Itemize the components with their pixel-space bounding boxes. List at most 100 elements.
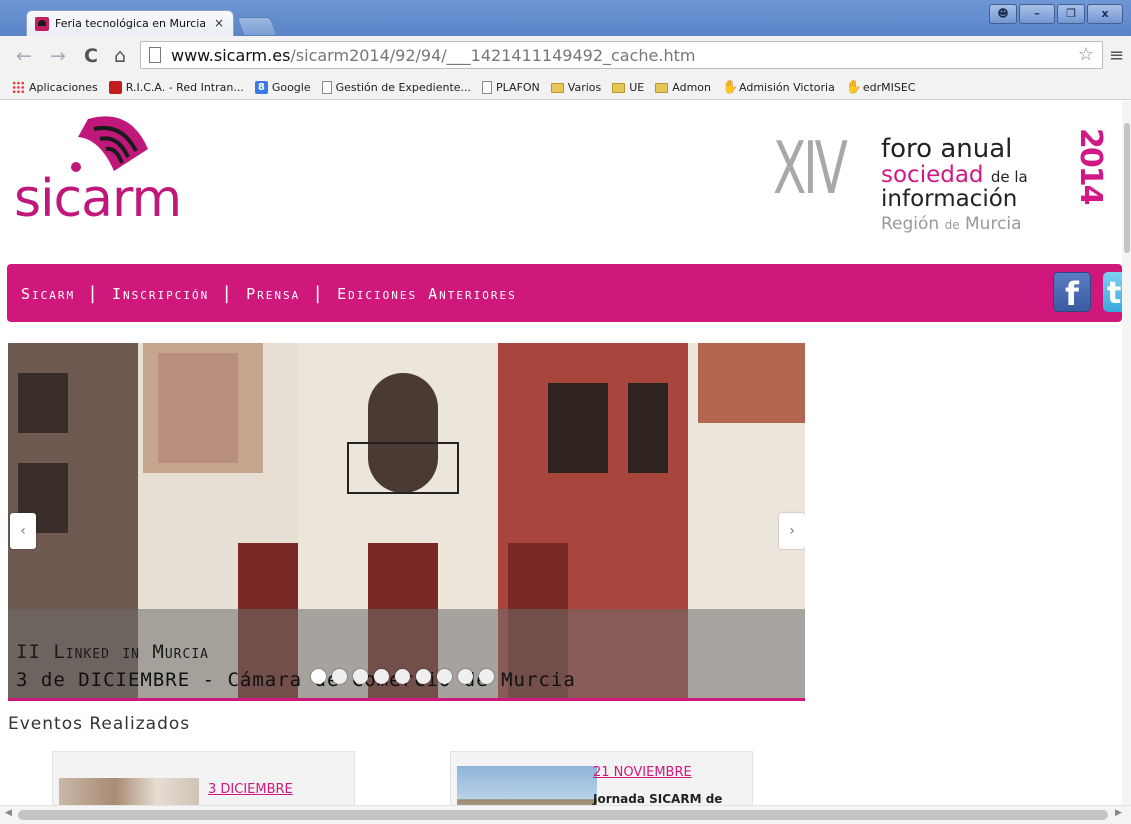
event-text: Jornada SICARM de [593,792,723,805]
bookmark-rica[interactable]: R.I.C.A. - Red Intran... [108,81,244,94]
slider-dot[interactable] [332,669,347,684]
event-date[interactable]: 21 NOVIEMBRE [593,765,692,780]
star-icon[interactable]: ☆ [1078,44,1094,65]
bookmark-label: R.I.C.A. - Red Intran... [125,81,244,94]
browser-titlebar: Feria tecnológica en Murcia, S × ☻ – ❐ x [0,0,1131,36]
bookmark-edrmisec[interactable]: ✋ edrMISEC [846,81,916,94]
nav-item-inscripcion[interactable]: Inscripción [112,285,209,303]
vertical-scroll-thumb[interactable] [1124,123,1130,253]
bookmark-label: Admisión Victoria [739,81,835,94]
slider-caption: II Linked in Murcia 3 de DICIEMBRE - Cám… [8,609,805,698]
bookmark-admision-victoria[interactable]: ✋ Admisión Victoria [722,81,835,94]
event-card[interactable]: 3 DICIEMBRE [52,751,355,805]
slider-dot[interactable] [395,669,410,684]
slider-dot[interactable] [374,669,389,684]
foro-line-1: foro anual [881,134,1013,164]
url-host: www.sicarm.es [171,46,291,65]
url-text[interactable]: www.sicarm.es/sicarm2014/92/94/___142141… [171,46,695,65]
back-icon[interactable]: ← [16,45,32,67]
site-favicon-icon [35,17,49,31]
page-content: sicarm XIV foro anual sociedad de la inf… [0,101,1122,805]
slider-underline [8,698,805,701]
bookmark-label: UE [629,81,645,94]
nav-item-prensa[interactable]: Prensa [246,285,300,303]
foro-roman-numeral: XIV [773,126,848,210]
bookmark-ue[interactable]: UE [612,81,644,94]
rica-icon [108,81,122,94]
logo-text: sicarm [14,169,182,229]
apps-icon [12,81,25,94]
hand-icon: ✋ [722,80,739,95]
slider-dot[interactable] [479,669,494,684]
nav-item-sicarm[interactable]: Sicarm [21,285,75,303]
event-card[interactable]: 21 NOVIEMBRE Jornada SICARM de [450,751,753,805]
bookmark-gestion[interactable]: Gestión de Expediente... [321,81,472,94]
main-navbar: Sicarm | Inscripción | Prensa | Edicione… [7,264,1122,322]
vertical-scrollbar[interactable] [1122,101,1131,805]
bookmark-label: Admon [672,81,711,94]
page-icon [482,81,493,94]
menu-icon[interactable]: ≡ [1109,45,1124,66]
scroll-left-icon[interactable]: ◀ [5,808,12,818]
minimize-button[interactable]: – [1019,4,1055,24]
foro-line-2-main: sociedad [881,162,984,188]
event-date[interactable]: 3 DICIEMBRE [208,782,293,797]
facebook-icon[interactable]: f [1053,272,1091,313]
bookmark-plafon[interactable]: PLAFON [482,81,540,94]
google-icon: 8 [254,81,268,94]
slider-pagination [311,669,494,684]
restore-button[interactable]: ❐ [1057,4,1085,24]
slider-dot[interactable] [311,669,326,684]
bookmark-google[interactable]: 8 Google [254,81,311,94]
slider-dot[interactable] [437,669,452,684]
forward-icon[interactable]: → [50,45,66,67]
bookmark-label: Varios [567,81,602,94]
tab-close-icon[interactable]: × [214,16,224,30]
slider-dot[interactable] [416,669,431,684]
browser-tab[interactable]: Feria tecnológica en Murcia, S × [26,10,234,36]
foro-line-4-end: Murcia [965,214,1022,234]
nav-separator: | [312,283,326,304]
new-tab-button[interactable] [236,17,278,36]
twitter-icon[interactable]: t [1103,272,1122,312]
close-window-button[interactable]: x [1087,4,1123,24]
home-icon[interactable]: ⌂ [114,45,126,67]
sicarm-logo[interactable]: sicarm [10,109,260,239]
caption-title: II Linked in Murcia [16,641,209,663]
folder-icon [550,82,564,93]
scroll-right-icon[interactable]: ▶ [1115,808,1122,818]
user-icon[interactable]: ☻ [989,4,1017,24]
foro-line-3: información [881,186,1018,212]
browser-toolbar: ← → C ⌂ www.sicarm.es/sicarm2014/92/94/_… [0,36,1131,77]
horizontal-scrollbar[interactable]: ◀ ▶ [0,805,1131,824]
foro-year: 2014 [1073,128,1108,204]
foro-banner: XIV foro anual sociedad de la informació… [773,126,1113,246]
event-thumbnail[interactable] [457,766,597,805]
slider-dot[interactable] [353,669,368,684]
nav-item-ediciones-anteriores[interactable]: Ediciones Anteriores [337,285,517,303]
address-bar[interactable]: www.sicarm.es/sicarm2014/92/94/___142141… [140,41,1103,69]
window-controls: ☻ – ❐ x [989,4,1123,24]
bookmark-label: edrMISEC [862,81,916,94]
tab-title: Feria tecnológica en Murcia, S [55,17,205,30]
foro-line-4: Región de Murcia [881,214,1022,234]
image-slider: ‹ › II Linked in Murcia 3 de DICIEMBRE -… [8,343,805,698]
bookmark-admon[interactable]: Admon [655,81,711,94]
foro-line-4-small: de [944,218,960,232]
bookmarks-bar: Aplicaciones R.I.C.A. - Red Intran... 8G… [0,76,1131,100]
reload-icon[interactable]: C [84,45,98,67]
event-thumbnail[interactable] [59,778,199,805]
bookmark-label: PLAFON [496,81,540,94]
hand-icon: ✋ [845,80,863,95]
folder-icon [655,82,669,93]
bookmark-label: Google [271,81,311,94]
slider-prev-button[interactable]: ‹ [10,513,36,549]
bookmark-aplicaciones[interactable]: Aplicaciones [12,81,98,94]
bookmark-label: Gestión de Expediente... [335,81,472,94]
bookmark-varios[interactable]: Varios [550,81,602,94]
url-path: /sicarm2014/92/94/___1421411149492_cache… [290,46,696,65]
foro-line-2: sociedad de la [881,162,1028,188]
horizontal-scroll-thumb[interactable] [18,810,1108,820]
slider-dot[interactable] [458,669,473,684]
slider-next-button[interactable]: › [779,513,805,549]
